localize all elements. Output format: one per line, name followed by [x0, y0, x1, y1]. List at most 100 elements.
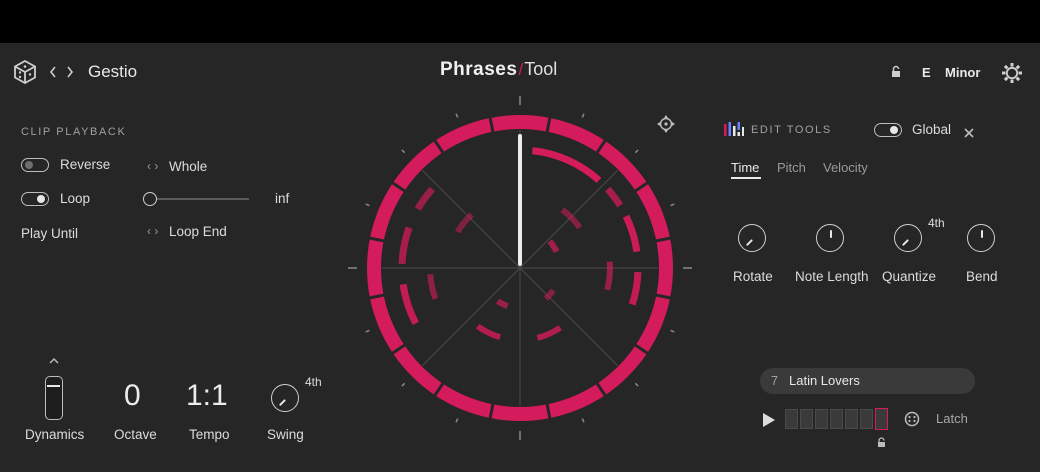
reverse-mode-arrows-icon[interactable]: ‹ › — [147, 159, 158, 173]
tab-pitch[interactable]: Pitch — [777, 160, 806, 175]
small-lock-icon[interactable] — [877, 435, 886, 447]
step-sequencer[interactable] — [785, 408, 891, 431]
quantize-knob[interactable] — [894, 224, 922, 252]
cube-icon[interactable] — [14, 59, 36, 85]
tab-time-underline — [731, 177, 761, 179]
octave-label: Octave — [114, 427, 157, 442]
note-arc — [547, 239, 560, 254]
scale-select[interactable]: Minor — [945, 65, 980, 80]
note-arc — [427, 273, 439, 300]
note-arc — [604, 261, 613, 291]
loop-label: Loop — [60, 191, 91, 206]
back-icon[interactable] — [48, 64, 58, 80]
bend-label: Bend — [966, 269, 998, 284]
edit-tools-icon — [724, 122, 744, 136]
bend-knob[interactable] — [967, 224, 995, 252]
play-until-label: Play Until — [21, 226, 79, 241]
phrase-circle-display[interactable] — [340, 88, 700, 448]
swing-label: Swing — [267, 427, 304, 442]
play-until-value[interactable]: Loop End — [169, 224, 227, 239]
quantize-value: 4th — [928, 216, 945, 230]
rotate-knob[interactable] — [738, 224, 766, 252]
latch-button[interactable]: Latch — [936, 411, 968, 426]
note-arc — [536, 325, 562, 341]
note-arc — [622, 214, 641, 253]
note-arc — [531, 147, 602, 183]
tick-mark — [581, 113, 585, 118]
clip-playback-label: CLIP PLAYBACK — [21, 126, 127, 138]
dynamics-fader-handle[interactable] — [47, 385, 60, 387]
logo-sub: Tool — [524, 59, 558, 79]
playhead[interactable] — [518, 134, 522, 266]
loop-value: inf — [275, 191, 290, 206]
step-2[interactable] — [800, 409, 813, 429]
note-arc — [399, 283, 419, 326]
play-icon[interactable] — [762, 412, 776, 428]
note-arc — [455, 212, 474, 234]
loop-slider-handle[interactable] — [143, 192, 157, 206]
note-arc — [605, 186, 624, 208]
tick-mark — [401, 149, 406, 154]
note-arc — [414, 186, 435, 211]
note-arc — [543, 288, 556, 301]
preset-number: 7 — [771, 374, 778, 388]
edit-tools-label: EDIT TOOLS — [751, 124, 832, 136]
tempo-label: Tempo — [189, 427, 230, 442]
dynamics-label: Dynamics — [25, 427, 85, 442]
project-name[interactable]: Gestio — [88, 62, 137, 82]
app-logo: Phrases/Tool — [440, 59, 557, 83]
dice-icon[interactable] — [904, 411, 920, 427]
logo-main: Phrases — [440, 59, 518, 80]
lock-icon[interactable] — [891, 65, 901, 78]
reverse-toggle[interactable] — [21, 158, 49, 172]
tick-mark — [581, 418, 585, 423]
step-6[interactable] — [860, 409, 873, 429]
quantize-label: Quantize — [882, 269, 937, 284]
close-icon[interactable] — [964, 125, 974, 138]
global-label: Global — [912, 122, 952, 137]
tick-mark — [634, 149, 639, 154]
play-until-arrows-icon[interactable]: ‹ › — [147, 224, 158, 238]
forward-icon[interactable] — [65, 64, 75, 80]
tab-time[interactable]: Time — [731, 160, 759, 175]
app-window: Gestio Phrases/Tool E Minor CLIP PLAYBAC… — [0, 43, 1040, 472]
loop-slider[interactable] — [143, 192, 273, 206]
note-length-label: Note Length — [795, 269, 869, 284]
tick-mark — [455, 418, 459, 423]
tick-mark — [401, 382, 406, 387]
logo-slash: / — [518, 60, 524, 79]
reverse-mode-value[interactable]: Whole — [169, 159, 207, 174]
tick-mark — [634, 382, 639, 387]
reverse-label: Reverse — [60, 157, 111, 172]
preset-selector[interactable]: 7 Latin Lovers — [760, 368, 975, 394]
tick-mark — [670, 329, 675, 333]
move-icon[interactable] — [657, 115, 675, 133]
octave-value[interactable]: 0 — [124, 379, 141, 413]
chevron-up-icon[interactable] — [48, 352, 60, 364]
note-arc — [628, 271, 642, 306]
rotate-label: Rotate — [733, 269, 773, 284]
dynamics-fader[interactable] — [45, 376, 63, 420]
key-select[interactable]: E — [922, 65, 931, 80]
preset-name: Latin Lovers — [789, 373, 860, 388]
global-toggle[interactable] — [874, 123, 902, 137]
tab-velocity[interactable]: Velocity — [823, 160, 868, 175]
loop-toggle[interactable] — [21, 192, 49, 206]
gear-icon[interactable] — [1001, 62, 1023, 84]
step-3[interactable] — [815, 409, 828, 429]
note-arc — [495, 298, 509, 309]
tempo-value[interactable]: 1:1 — [186, 379, 228, 413]
step-7[interactable] — [875, 408, 888, 430]
swing-knob[interactable] — [271, 384, 299, 412]
note-arc — [475, 323, 502, 341]
note-length-knob[interactable] — [816, 224, 844, 252]
swing-value: 4th — [305, 375, 322, 389]
note-arc — [398, 226, 413, 265]
step-5[interactable] — [845, 409, 858, 429]
tick-mark — [365, 329, 370, 333]
step-4[interactable] — [830, 409, 843, 429]
tick-mark — [455, 113, 459, 118]
tick-mark — [670, 203, 675, 207]
step-1[interactable] — [785, 409, 798, 429]
note-arc — [560, 207, 583, 230]
